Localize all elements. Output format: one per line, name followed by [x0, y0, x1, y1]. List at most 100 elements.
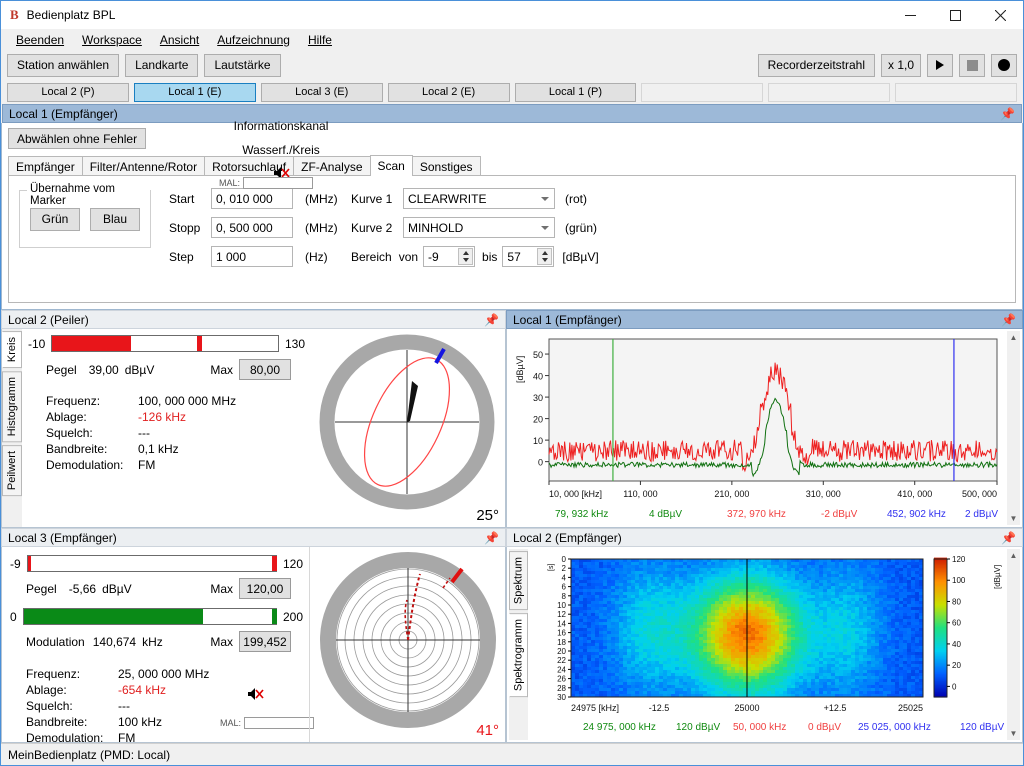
svg-text:24: 24 [557, 665, 566, 674]
record-button[interactable] [991, 53, 1017, 77]
peiler-info-key: Bandbreite: [46, 442, 108, 456]
tab-scan[interactable]: Scan [369, 155, 413, 176]
svg-text:60: 60 [952, 619, 961, 628]
station-slot-8[interactable] [895, 82, 1017, 102]
recorder-timeline-button[interactable]: Recorderzeitstrahl [757, 53, 875, 77]
menu-item-ansicht[interactable]: Ansicht [151, 31, 208, 49]
status-bar: MeinBedienplatz (PMD: Local) [1, 743, 1023, 765]
pin-icon[interactable]: 📌 [1000, 107, 1015, 121]
e3-gauge1-bar [26, 555, 278, 572]
svg-text:410, 000: 410, 000 [897, 489, 932, 499]
bereich-bis-label: bis [482, 249, 498, 264]
svg-text:28: 28 [557, 684, 566, 693]
kurve1-select[interactable]: CLEARWRITE [403, 188, 555, 209]
step-row: Step 1 000 (Hz) [169, 242, 347, 271]
e3-modulation-max-value[interactable]: 199,452 [239, 631, 291, 652]
minimize-button[interactable] [888, 1, 933, 29]
svg-text:[s]: [s] [548, 564, 555, 571]
left-dock-column: Local 2 (Peiler) 📌 Kreis Histogramm Peil… [1, 119, 506, 743]
tab-sonstiges[interactable]: Sonstiges [411, 156, 481, 176]
scroll-up-icon[interactable]: ▲ [1010, 551, 1018, 560]
pin-icon[interactable]: 📌 [1001, 313, 1016, 327]
e3-modulation-row: Modulation 140,674 kHz Max 199,452 [26, 631, 303, 652]
tab-empfaenger[interactable]: Empfänger [8, 156, 83, 176]
playback-speed-button[interactable]: x 1,0 [881, 53, 921, 77]
e3-mal-input[interactable] [244, 717, 315, 729]
spectrogram-scrollbar[interactable]: ▲ ▼ [1007, 549, 1020, 740]
svg-text:120 dBµV: 120 dBµV [960, 722, 1004, 733]
pin-icon[interactable]: 📌 [1001, 531, 1016, 545]
svg-text:20: 20 [557, 647, 566, 656]
scroll-down-icon[interactable]: ▼ [1010, 514, 1018, 523]
station-slot-6[interactable] [641, 82, 764, 102]
peiler-info-value: FM [138, 458, 156, 472]
station-slot-2[interactable]: Local 1 (E) [133, 82, 256, 102]
stop-button[interactable] [959, 53, 985, 77]
peiler-level-unit: dBµV [124, 362, 155, 377]
peiler-max-value[interactable]: 80,00 [239, 359, 291, 380]
maximize-button[interactable] [933, 1, 978, 29]
start-input[interactable]: 0, 010 000 [211, 188, 293, 209]
vtab-spektrogramm[interactable]: Spektrogramm [509, 613, 528, 698]
station-slot-3[interactable]: Local 3 (E) [260, 82, 383, 102]
peiler-panel-body: Kreis Histogramm Peilwert -10 130 Pegel … [1, 119, 506, 528]
close-button[interactable] [978, 1, 1023, 29]
stepper-down-icon [462, 258, 469, 263]
pin-icon[interactable]: 📌 [484, 531, 499, 545]
spectrum-panel-title: Local 1 (Empfänger) [513, 312, 622, 327]
bereich-bis-input[interactable]: 57 [502, 246, 555, 267]
step-input[interactable]: 1 000 [211, 246, 293, 267]
menu-item-hilfe[interactable]: Hilfe [299, 31, 341, 49]
menu-item-workspace[interactable]: Workspace [73, 31, 151, 49]
volume-button[interactable]: Lautstärke [204, 53, 281, 77]
e3-info-value: --- [118, 699, 130, 713]
spectrum-chart[interactable]: 0 10 20 30 40 50 [dBµV] 10, 000 [kHz] 110, 000 21… [509, 331, 1007, 525]
menu-item-aufzeichnung[interactable]: Aufzeichnung [208, 31, 299, 49]
stopp-input[interactable]: 0, 500 000 [211, 217, 293, 238]
kurve2-color-note: (grün) [565, 220, 598, 235]
station-slot-4[interactable]: Local 2 (E) [387, 82, 510, 102]
svg-text:210, 000: 210, 000 [714, 489, 749, 499]
station-slot-5[interactable]: Local 1 (P) [514, 82, 637, 102]
kurve2-select[interactable]: MINHOLD [403, 217, 555, 238]
svg-text:310, 000: 310, 000 [806, 489, 841, 499]
play-icon [936, 60, 944, 70]
peiler-info-row: Ablage: -126 kHz [46, 409, 305, 425]
scroll-down-icon[interactable]: ▼ [1010, 729, 1018, 738]
peiler-gauge-min: -10 [28, 336, 46, 351]
station-select-button[interactable]: Station anwählen [7, 53, 120, 77]
tab-filter-antenne-rotor[interactable]: Filter/Antenne/Rotor [81, 156, 206, 176]
peiler-info-key: Frequenz: [46, 394, 101, 408]
marker-green-button[interactable]: Grün [30, 207, 80, 231]
e3-level-max-value[interactable]: 120,00 [239, 578, 291, 599]
vtab-histogramm[interactable]: Histogramm [2, 371, 22, 443]
menu-item-beenden[interactable]: Beenden [7, 31, 73, 49]
play-button[interactable] [927, 53, 953, 77]
chevron-down-icon [541, 196, 549, 201]
e3-gauge2-fill [23, 609, 203, 624]
spectrogram-chart[interactable]: 0 2 4 6 8 10 12 14 16 18 20 22 24 26 28 30 [s] 24975 [kHz… [528, 549, 1007, 740]
vtab-spektrum[interactable]: Spektrum [509, 551, 528, 611]
bereich-von-input[interactable]: -9 [423, 246, 476, 267]
bereich-von-stepper[interactable] [458, 248, 474, 265]
svg-text:12: 12 [557, 610, 566, 619]
vtab-peilwert[interactable]: Peilwert [2, 445, 22, 497]
station-slot-7[interactable] [768, 82, 891, 102]
vtab-kreis[interactable]: Kreis [2, 331, 22, 369]
map-button[interactable]: Landkarte [125, 53, 199, 77]
deselect-without-error-button[interactable]: Abwählen ohne Fehler [8, 128, 147, 149]
station-slot-1[interactable]: Local 2 (P) [7, 82, 129, 102]
start-unit: (MHz) [305, 191, 338, 206]
marker-blue-button[interactable]: Blau [90, 207, 140, 231]
bereich-row: Bereich von -9 bis 57 [dBµV] [351, 242, 599, 271]
scroll-up-icon[interactable]: ▲ [1010, 333, 1018, 342]
e3-mute-wrap[interactable] [247, 687, 264, 704]
pin-icon[interactable]: 📌 [484, 313, 499, 327]
svg-text:10, 000 [kHz]: 10, 000 [kHz] [549, 489, 602, 499]
spectrum-scrollbar[interactable]: ▲ ▼ [1007, 331, 1020, 525]
e3-info-value: 100 kHz [118, 715, 163, 729]
menu-label-workspace: Workspace [82, 32, 142, 47]
svg-text:-2 dBµV: -2 dBµV [821, 509, 858, 520]
kurve2-row: Kurve 2 MINHOLD (grün) [351, 213, 599, 242]
bereich-bis-stepper[interactable] [537, 248, 553, 265]
